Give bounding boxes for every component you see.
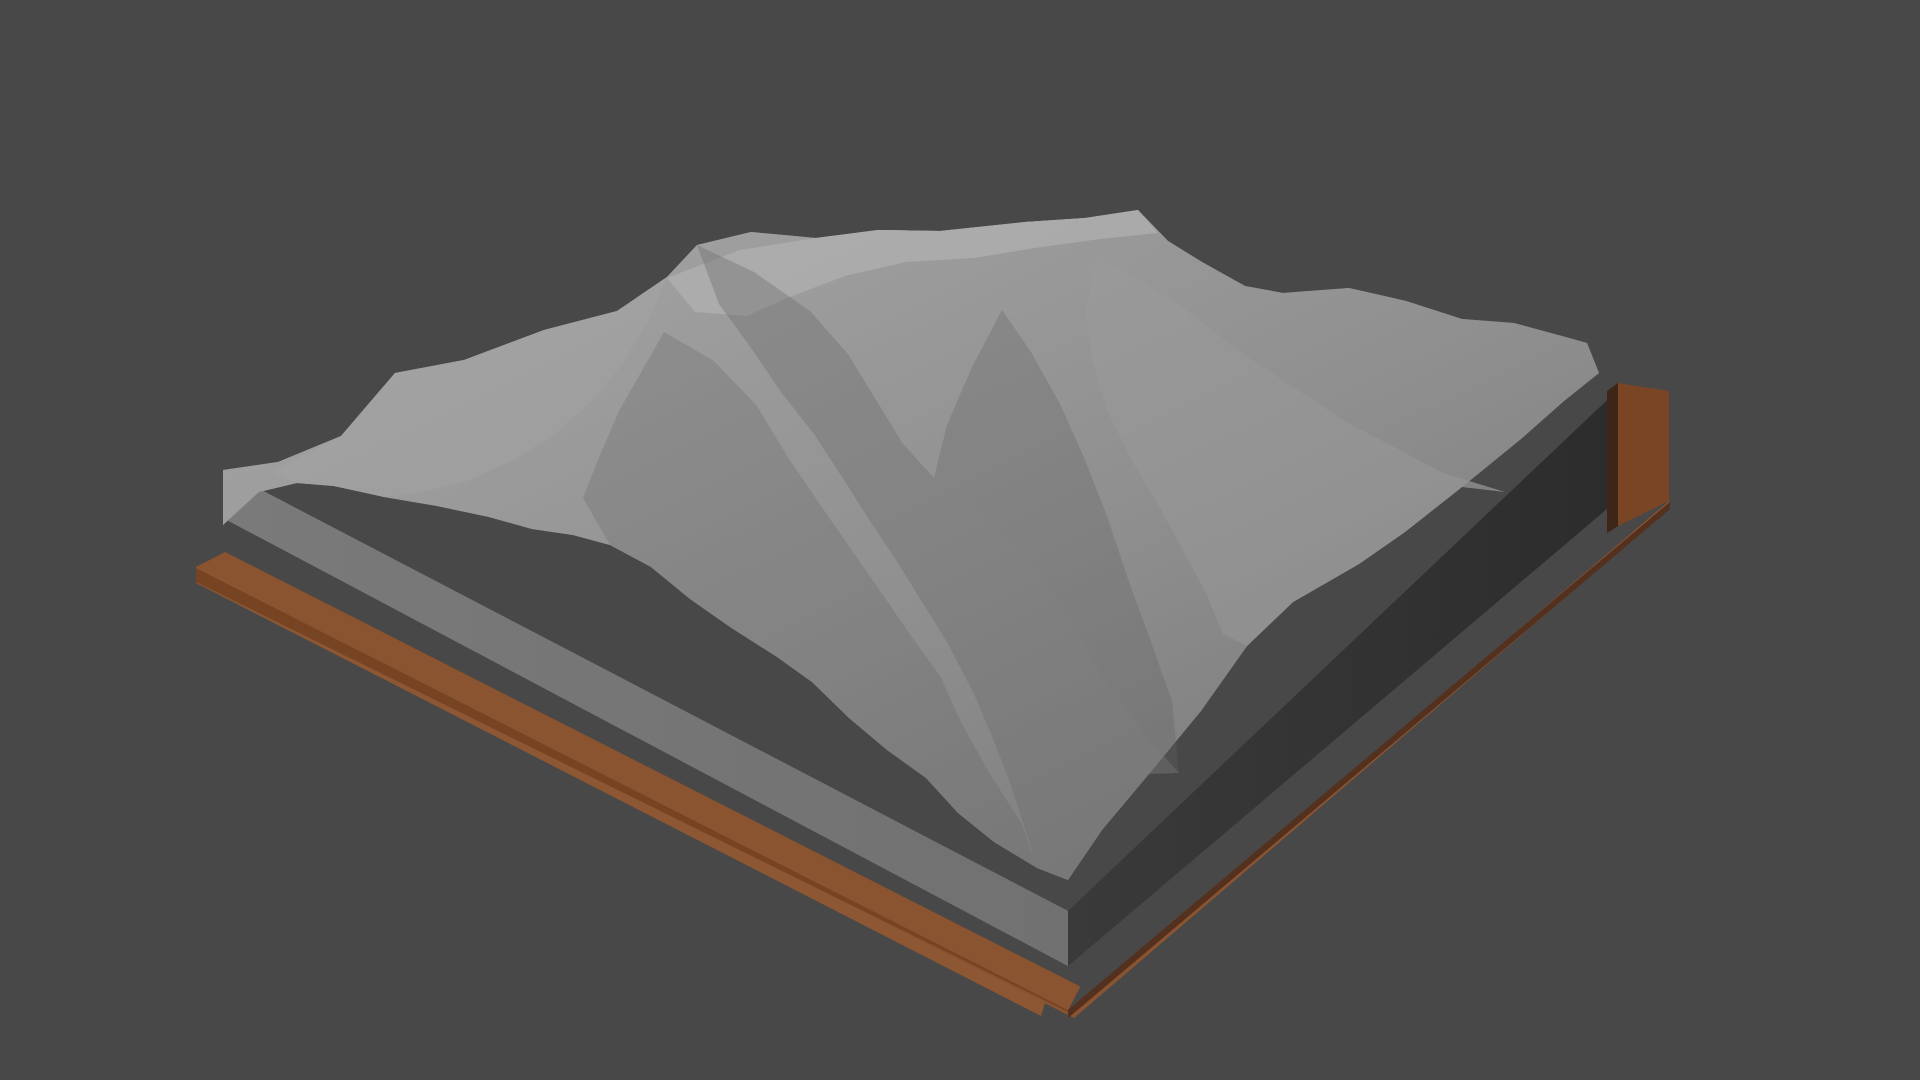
final-terrain-model: [196, 210, 1670, 1018]
wood-right-back-post-side: [1607, 383, 1618, 533]
wood-right-back-post: [1618, 383, 1669, 526]
